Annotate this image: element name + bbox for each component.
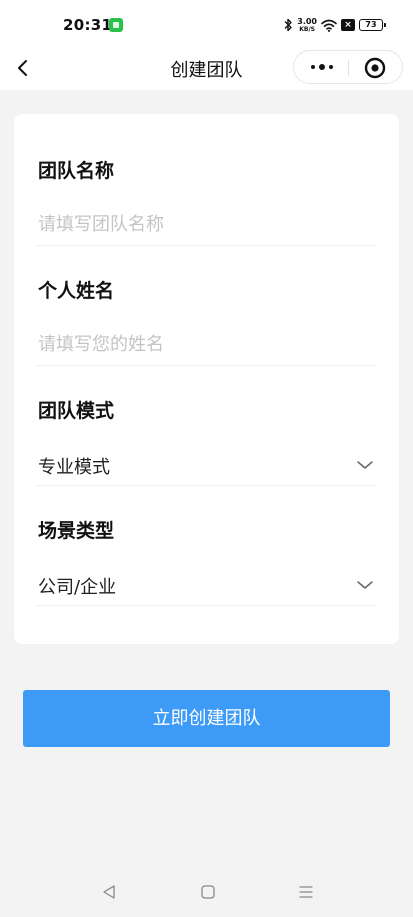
scene-type-label: 场景类型 — [38, 520, 115, 542]
person-name-label: 个人姓名 — [38, 280, 115, 302]
chevron-down-icon — [357, 461, 373, 469]
chevron-down-icon — [357, 581, 373, 589]
person-name-input[interactable] — [36, 324, 376, 366]
scene-type-select[interactable]: 公司/企业 — [36, 564, 376, 606]
system-home-icon[interactable] — [200, 884, 216, 900]
status-bar: 20:31 3.00 KB/S × 73 — [0, 0, 413, 50]
navigation-bar: 创建团队 — [0, 50, 413, 90]
system-navigation-bar — [0, 867, 413, 917]
mini-program-capsule — [293, 50, 403, 84]
create-team-button[interactable]: 立即创建团队 — [23, 690, 390, 747]
team-mode-label: 团队模式 — [38, 400, 115, 422]
team-mode-select[interactable]: 专业模式 — [36, 444, 376, 486]
back-arrow-icon[interactable] — [10, 54, 38, 82]
system-back-icon[interactable] — [101, 884, 117, 900]
app-notification-icon — [109, 18, 123, 32]
status-indicators: 3.00 KB/S × 73 — [283, 15, 386, 35]
battery-level: 73 — [365, 20, 377, 29]
bluetooth-icon — [284, 18, 292, 32]
network-speed-unit: KB/S — [299, 25, 315, 33]
status-time: 20:31 — [63, 16, 113, 34]
no-sim-icon: × — [341, 19, 355, 31]
more-dots-icon[interactable] — [302, 54, 342, 80]
team-mode-value: 专业模式 — [38, 457, 110, 478]
network-speed: 3.00 KB/S — [297, 16, 317, 33]
scene-type-value: 公司/企业 — [38, 577, 117, 598]
system-menu-icon[interactable] — [298, 884, 314, 900]
team-name-input[interactable] — [36, 204, 376, 246]
wifi-icon — [321, 19, 337, 32]
battery-icon: 73 — [359, 19, 386, 31]
network-speed-value: 3.00 — [297, 16, 317, 26]
team-form-card: 团队名称 个人姓名 团队模式 专业模式 场景类型 公司/企业 — [14, 114, 399, 644]
target-close-icon[interactable] — [362, 55, 388, 81]
team-name-label: 团队名称 — [38, 160, 115, 182]
capsule-divider — [348, 60, 349, 76]
